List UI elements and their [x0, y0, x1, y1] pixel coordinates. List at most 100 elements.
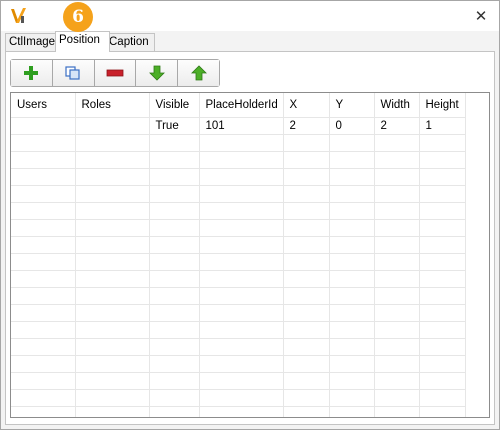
table-cell[interactable]	[283, 134, 330, 152]
table-cell[interactable]	[11, 253, 76, 271]
table-cell[interactable]	[11, 236, 76, 254]
table-cell[interactable]	[329, 134, 375, 152]
table-cell[interactable]	[11, 117, 76, 135]
table-cell[interactable]	[374, 202, 420, 220]
table-cell[interactable]	[11, 338, 76, 356]
table-cell[interactable]	[75, 287, 150, 305]
table-cell[interactable]	[283, 270, 330, 288]
table-cell[interactable]	[283, 372, 330, 390]
table-cell[interactable]: 0	[329, 117, 375, 135]
table-cell[interactable]	[419, 406, 466, 417]
table-row[interactable]	[11, 338, 466, 356]
table-cell[interactable]	[374, 219, 420, 237]
move-down-button[interactable]	[136, 60, 179, 86]
table-cell[interactable]	[75, 236, 150, 254]
table-cell[interactable]	[283, 185, 330, 203]
table-cell[interactable]	[374, 355, 420, 373]
table-cell[interactable]	[199, 270, 284, 288]
table-cell[interactable]	[199, 168, 284, 186]
table-cell[interactable]	[374, 321, 420, 339]
table-cell[interactable]: True	[149, 117, 200, 135]
table-cell[interactable]	[329, 304, 375, 322]
table-cell[interactable]	[374, 168, 420, 186]
table-cell[interactable]	[11, 406, 76, 417]
table-cell[interactable]	[75, 389, 150, 407]
table-cell[interactable]	[199, 304, 284, 322]
table-cell[interactable]	[374, 372, 420, 390]
table-cell[interactable]	[75, 117, 150, 135]
table-cell[interactable]	[374, 185, 420, 203]
table-cell[interactable]	[149, 219, 200, 237]
table-cell[interactable]	[11, 372, 76, 390]
table-cell[interactable]	[329, 151, 375, 169]
table-cell[interactable]	[283, 338, 330, 356]
table-cell[interactable]	[199, 406, 284, 417]
tab-caption[interactable]: Caption	[105, 33, 155, 51]
table-cell[interactable]	[149, 321, 200, 339]
position-grid[interactable]: Users Roles Visible PlaceHolderId X Y Width Hei…	[10, 92, 490, 418]
table-cell[interactable]	[75, 406, 150, 417]
table-cell[interactable]	[329, 372, 375, 390]
table-cell[interactable]	[329, 338, 375, 356]
table-cell[interactable]	[419, 270, 466, 288]
table-cell[interactable]	[149, 134, 200, 152]
table-cell[interactable]	[199, 287, 284, 305]
table-cell[interactable]	[329, 185, 375, 203]
column-header-visible[interactable]: Visible	[149, 93, 200, 118]
table-cell[interactable]	[75, 185, 150, 203]
table-cell[interactable]	[283, 321, 330, 339]
table-row[interactable]	[11, 355, 466, 373]
table-cell[interactable]	[11, 134, 76, 152]
table-cell[interactable]	[283, 304, 330, 322]
move-up-button[interactable]	[178, 60, 219, 86]
table-cell[interactable]	[419, 355, 466, 373]
table-cell[interactable]	[374, 287, 420, 305]
table-cell[interactable]	[419, 168, 466, 186]
table-cell[interactable]	[199, 185, 284, 203]
table-row[interactable]	[11, 151, 466, 169]
remove-button[interactable]	[94, 60, 137, 86]
table-cell[interactable]	[149, 338, 200, 356]
table-cell[interactable]	[329, 270, 375, 288]
table-row[interactable]	[11, 185, 466, 203]
table-row[interactable]	[11, 287, 466, 305]
column-header-x[interactable]: X	[283, 93, 330, 118]
table-cell[interactable]	[75, 304, 150, 322]
tab-position[interactable]: Position	[55, 31, 110, 52]
table-cell[interactable]	[149, 389, 200, 407]
table-cell[interactable]	[11, 321, 76, 339]
table-cell[interactable]	[419, 372, 466, 390]
table-cell[interactable]	[329, 202, 375, 220]
table-cell[interactable]	[374, 304, 420, 322]
table-row[interactable]	[11, 389, 466, 407]
table-cell[interactable]	[283, 287, 330, 305]
table-cell[interactable]	[199, 151, 284, 169]
table-cell[interactable]	[199, 236, 284, 254]
table-cell[interactable]	[329, 389, 375, 407]
table-cell[interactable]	[11, 389, 76, 407]
table-row[interactable]	[11, 253, 466, 271]
table-cell[interactable]	[199, 202, 284, 220]
table-cell[interactable]	[419, 185, 466, 203]
table-cell[interactable]	[199, 321, 284, 339]
table-cell[interactable]	[149, 355, 200, 373]
table-row[interactable]	[11, 372, 466, 390]
table-cell[interactable]	[329, 253, 375, 271]
table-cell[interactable]	[149, 304, 200, 322]
table-cell[interactable]	[329, 219, 375, 237]
table-cell[interactable]	[419, 253, 466, 271]
copy-button[interactable]	[52, 60, 95, 86]
close-button[interactable]: ✕	[469, 5, 493, 27]
table-cell[interactable]	[149, 287, 200, 305]
table-cell[interactable]	[11, 168, 76, 186]
table-cell[interactable]	[283, 168, 330, 186]
tab-ctlimage[interactable]: CtlImage	[5, 33, 60, 51]
table-cell[interactable]	[11, 151, 76, 169]
table-cell[interactable]	[199, 372, 284, 390]
table-row[interactable]	[11, 406, 466, 417]
table-row[interactable]	[11, 270, 466, 288]
table-cell[interactable]	[283, 355, 330, 373]
table-cell[interactable]	[419, 389, 466, 407]
table-cell[interactable]	[374, 389, 420, 407]
table-cell[interactable]	[75, 151, 150, 169]
